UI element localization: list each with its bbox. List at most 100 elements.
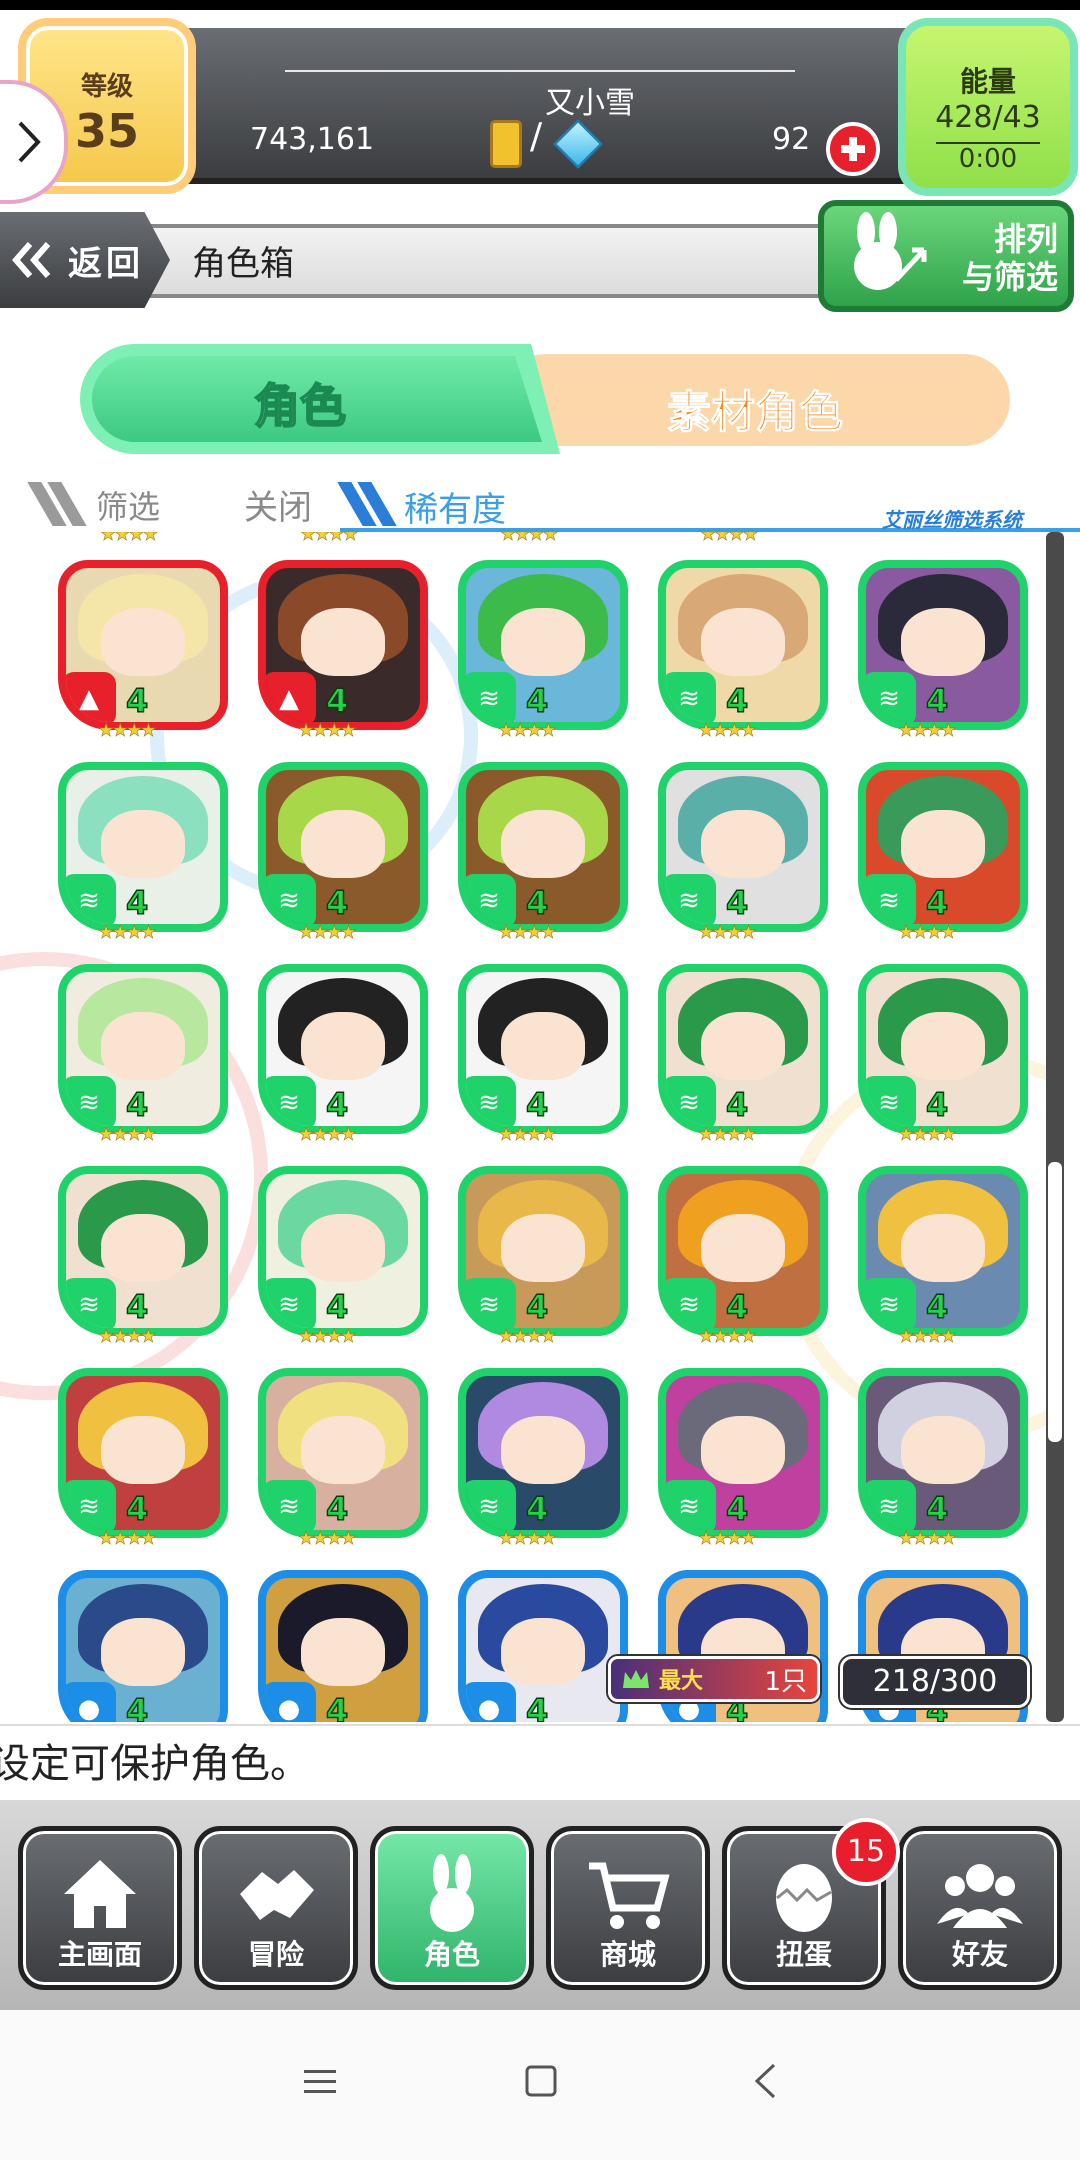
character-card[interactable]: ≋ 4 xyxy=(258,1368,428,1538)
fire-element-icon: ▲ xyxy=(66,672,116,722)
home-square-icon[interactable] xyxy=(524,2064,558,2098)
portrait-face xyxy=(301,1214,385,1282)
portrait-face xyxy=(501,1416,585,1484)
portrait-face xyxy=(701,810,785,878)
scrollbar-thumb[interactable] xyxy=(1048,1162,1062,1442)
card-level: 4 xyxy=(925,1085,949,1125)
rarity-stars: ★★★★ xyxy=(898,1528,957,1550)
character-card[interactable]: ≋ 4 xyxy=(458,1368,628,1538)
card-level: 4 xyxy=(925,1489,949,1529)
nav-button-handshake[interactable]: 冒险 xyxy=(194,1826,358,1990)
character-card[interactable]: ≋ 4 xyxy=(458,560,628,730)
character-card[interactable]: ≋ 4 xyxy=(858,964,1028,1134)
character-card[interactable]: ≋ 4 xyxy=(858,1166,1028,1336)
character-card[interactable]: ≋ 4 xyxy=(658,762,828,932)
nav-label: 冒险 xyxy=(247,1938,304,1971)
card-level: 4 xyxy=(325,1489,349,1529)
character-card[interactable]: ●4 xyxy=(58,1570,228,1722)
filter-label: 筛选 xyxy=(96,488,161,526)
portrait-face xyxy=(701,1416,785,1484)
nav-label: 角色 xyxy=(423,1938,480,1971)
card-level: 4 xyxy=(925,883,949,923)
character-card[interactable]: ≋ 4 xyxy=(258,762,428,932)
wind-element-icon: ≋ xyxy=(466,1480,516,1530)
character-card[interactable]: ▲ 4 xyxy=(258,560,428,730)
tab-characters-label: 角色 xyxy=(253,378,347,434)
wind-element-icon: ≋ xyxy=(666,1480,716,1530)
character-card[interactable]: ●4 xyxy=(458,1570,628,1722)
rarity-stars: ★★★★ xyxy=(98,1326,157,1348)
character-card[interactable]: ≋ 4 xyxy=(58,762,228,932)
character-card[interactable]: ≋ 4 xyxy=(858,762,1028,932)
character-card[interactable]: ≋ 4 xyxy=(658,1368,828,1538)
portrait-face xyxy=(501,1214,585,1282)
wind-element-icon: ≋ xyxy=(266,874,316,924)
character-card[interactable]: ●4 xyxy=(258,1570,428,1722)
gem-count: 92 xyxy=(772,122,811,157)
character-card[interactable]: ≋ 4 xyxy=(458,964,628,1134)
character-card[interactable]: ≋ 4 xyxy=(858,1368,1028,1538)
add-gems-button[interactable] xyxy=(826,122,880,176)
character-card[interactable]: ≋ 4 xyxy=(258,964,428,1134)
rarity-stars: ★★★★ xyxy=(498,1124,557,1146)
character-card[interactable]: ≋ 4 xyxy=(458,762,628,932)
wind-element-icon: ≋ xyxy=(466,1076,516,1126)
character-card[interactable]: ≋ 4 xyxy=(858,560,1028,730)
portrait-face xyxy=(301,1416,385,1484)
portrait-face xyxy=(901,608,985,676)
portrait-face xyxy=(301,1618,385,1686)
rarity-stars: ★★★★ xyxy=(498,720,557,742)
rarity-stars: ★★★★ xyxy=(298,922,357,944)
portrait-face xyxy=(101,1012,185,1080)
portrait-face xyxy=(501,608,585,676)
character-card[interactable]: ≋ 4 xyxy=(458,1166,628,1336)
character-card[interactable]: ▲ 4 xyxy=(58,560,228,730)
portrait-face xyxy=(701,1214,785,1282)
character-card[interactable]: ≋ 4 xyxy=(658,964,828,1134)
nav-label: 主画面 xyxy=(57,1938,142,1971)
portrait-face xyxy=(501,810,585,878)
character-card[interactable]: ≋ 4 xyxy=(658,560,828,730)
sort-filter-button[interactable]: 排列 与筛选 xyxy=(818,200,1074,312)
character-card[interactable]: ≋ 4 xyxy=(58,964,228,1134)
filter-toggle[interactable]: 关闭 xyxy=(244,480,312,529)
nav-label: 好友 xyxy=(951,1938,1008,1971)
character-card[interactable]: ≋ 4 xyxy=(258,1166,428,1336)
card-level: 4 xyxy=(125,1489,149,1529)
energy-value: 428/43 xyxy=(935,100,1041,135)
nav-button-home[interactable]: 主画面 xyxy=(18,1826,182,1990)
character-card[interactable]: ≋ 4 xyxy=(658,1166,828,1336)
back-button[interactable]: 返回 xyxy=(0,212,170,308)
nav-button-rabbit[interactable]: 角色 xyxy=(370,1826,534,1990)
tab-material-label: 素材角色 xyxy=(667,387,844,439)
tab-characters[interactable]: 角色 xyxy=(80,344,560,454)
money-amount: 743,161 xyxy=(250,122,375,157)
rarity-stars: ★★★★ xyxy=(498,1326,557,1348)
stars-partial: ★★★★ xyxy=(700,532,759,545)
card-level: 4 xyxy=(125,1287,149,1327)
nav-button-cart[interactable]: 商城 xyxy=(546,1826,710,1990)
tab-material-characters[interactable]: 素材角色 xyxy=(500,354,1010,446)
card-level: 4 xyxy=(325,1085,349,1125)
card-level: 4 xyxy=(725,1287,749,1327)
header-divider xyxy=(285,70,795,72)
wind-element-icon: ≋ xyxy=(466,874,516,924)
back-arrow-icon[interactable] xyxy=(752,2062,778,2100)
wind-element-icon: ≋ xyxy=(466,672,516,722)
page-title: 角色箱 xyxy=(192,244,294,284)
filter-row: 筛选 关闭 稀有度 艾丽丝筛选系统 xyxy=(0,474,1080,532)
wind-element-icon: ≋ xyxy=(866,1076,916,1126)
grid-scrollbar[interactable] xyxy=(1046,532,1064,1722)
home-icon xyxy=(23,1849,177,1939)
card-level: 4 xyxy=(325,681,349,721)
portrait-face xyxy=(301,810,385,878)
menu-icon[interactable] xyxy=(302,2066,338,2096)
character-card[interactable]: ≋ 4 xyxy=(58,1166,228,1336)
wind-element-icon: ≋ xyxy=(266,1278,316,1328)
nav-button-friends[interactable]: 好友 xyxy=(898,1826,1062,1990)
rarity-sort-label[interactable]: 稀有度 xyxy=(404,482,506,531)
wind-element-icon: ≋ xyxy=(866,1480,916,1530)
character-card[interactable]: ≋ 4 xyxy=(58,1368,228,1538)
sort-label-line1: 排列 xyxy=(993,220,1058,258)
hint-text: 设定可保护角色。 xyxy=(0,1741,310,1787)
